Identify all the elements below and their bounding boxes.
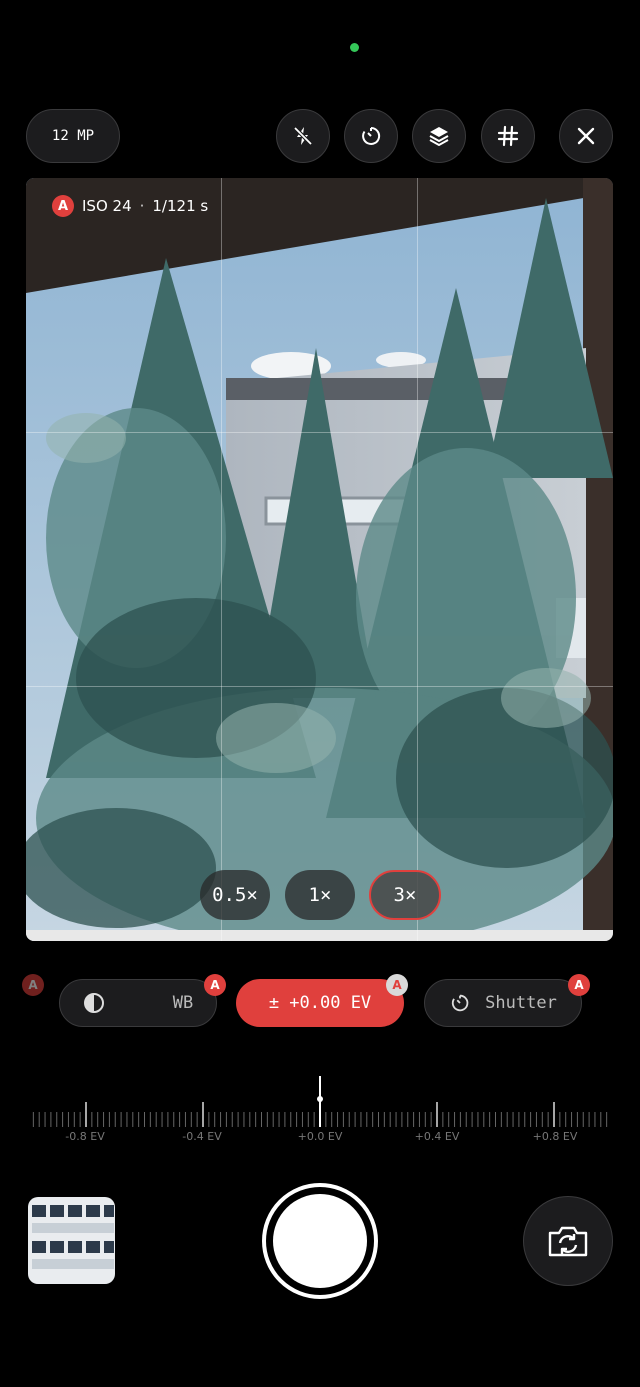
ev-label: ± +0.00 EV xyxy=(268,993,372,1013)
grid-line xyxy=(221,178,222,941)
ev-tick-label: +0.0 EV xyxy=(297,1130,343,1143)
iso-value: ISO 24 xyxy=(82,197,132,215)
flip-camera-button[interactable] xyxy=(523,1196,613,1286)
shutter-speed-button[interactable]: Shutter xyxy=(424,979,582,1027)
camera-active-indicator xyxy=(350,43,359,52)
ev-indicator-knob xyxy=(317,1096,323,1102)
grid-line xyxy=(26,686,613,687)
camera-viewfinder[interactable]: A ISO 24 · 1/121 s 0.5× 1× 3× xyxy=(26,178,613,941)
ev-slider[interactable]: -0.8 EV -0.4 EV +0.0 EV +0.4 EV +0.8 EV xyxy=(30,1070,610,1150)
timer-button[interactable] xyxy=(344,109,398,163)
zoom-3x-button[interactable]: 3× xyxy=(369,870,441,920)
layers-button[interactable] xyxy=(412,109,466,163)
flip-camera-icon xyxy=(548,1226,588,1257)
ev-tick-label: +0.4 EV xyxy=(414,1130,460,1143)
zoom-1x-button[interactable]: 1× xyxy=(285,870,355,920)
flash-button[interactable] xyxy=(276,109,330,163)
ev-tick-label: -0.4 EV xyxy=(182,1130,222,1143)
zoom-label: 3× xyxy=(393,884,417,906)
shutter-timer-icon xyxy=(452,994,469,1012)
resolution-label: 12 MP xyxy=(51,128,95,144)
grid-line xyxy=(26,432,613,433)
auto-exposure-badge: A xyxy=(52,195,74,217)
zoom-0.5x-button[interactable]: 0.5× xyxy=(200,870,270,920)
shutter-button[interactable] xyxy=(262,1183,378,1299)
shutter-button-inner xyxy=(273,1194,367,1288)
white-balance-icon xyxy=(83,993,104,1013)
ev-auto-badge: A xyxy=(386,974,408,996)
grid-icon xyxy=(497,125,519,147)
shutter-auto-badge: A xyxy=(568,974,590,996)
grid-button[interactable] xyxy=(481,109,535,163)
timer-icon xyxy=(362,126,381,145)
offscreen-auto-badge: A xyxy=(22,974,44,996)
white-balance-button[interactable]: WB xyxy=(59,979,217,1027)
zoom-label: 0.5× xyxy=(212,884,258,906)
wb-label: WB xyxy=(172,993,194,1013)
grid-line xyxy=(417,178,418,941)
close-icon xyxy=(577,127,595,145)
live-preview-image xyxy=(26,178,613,941)
wb-auto-badge: A xyxy=(204,974,226,996)
ev-tick-label: +0.8 EV xyxy=(532,1130,578,1143)
thumbnail-image xyxy=(28,1197,115,1284)
exposure-compensation-button[interactable]: ± +0.00 EV xyxy=(236,979,404,1027)
close-button[interactable] xyxy=(559,109,613,163)
resolution-button[interactable]: 12 MP xyxy=(26,109,120,163)
last-photo-thumbnail[interactable] xyxy=(28,1197,115,1284)
separator-dot: · xyxy=(139,197,145,215)
flash-off-icon xyxy=(293,126,313,146)
layers-icon xyxy=(429,127,449,146)
exposure-info: A ISO 24 · 1/121 s xyxy=(52,195,208,217)
ev-tick-label: -0.8 EV xyxy=(65,1130,105,1143)
shutter-label: Shutter xyxy=(485,993,557,1013)
zoom-label: 1× xyxy=(308,884,332,906)
ev-ruler-ticks xyxy=(32,1076,608,1127)
shutter-speed-value: 1/121 s xyxy=(152,197,209,215)
